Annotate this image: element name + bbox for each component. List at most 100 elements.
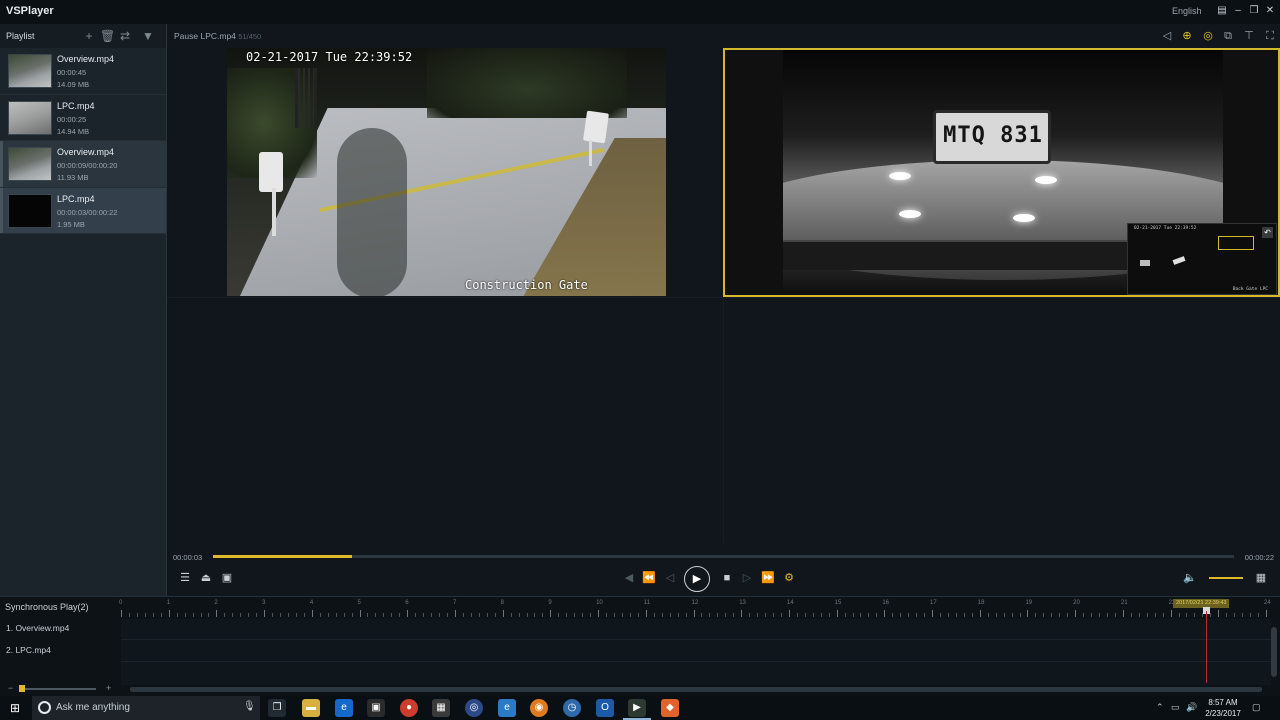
- ruler-tick: [1091, 613, 1093, 617]
- zoom-slider[interactable]: [22, 688, 96, 690]
- menu-icon[interactable]: ▤: [1215, 4, 1229, 18]
- system-clock[interactable]: 8:57 AM 2/23/2017: [1198, 697, 1248, 719]
- prev-frame-icon[interactable]: ◀: [621, 570, 637, 586]
- speaker-icon[interactable]: 🔊: [1186, 702, 1197, 713]
- ruler-tick: [192, 613, 194, 617]
- vertical-scrollbar[interactable]: [1271, 627, 1277, 677]
- ruler-tick: [669, 613, 671, 617]
- zoom-overview-window[interactable]: 02-21-2017 Tue 22:39:52 Back Gate LPC ↶: [1127, 223, 1277, 295]
- sync-lanes[interactable]: [121, 619, 1271, 685]
- notifications-icon[interactable]: ▢: [1252, 702, 1261, 713]
- ruler-tick-label: 7: [452, 600, 457, 606]
- playlist-item[interactable]: Overview.mp4 00:00:45 14.09 MB: [0, 48, 166, 95]
- return-icon[interactable]: ↶: [1262, 227, 1273, 238]
- osd-camera-name: Construction Gate: [465, 278, 588, 292]
- filter-icon[interactable]: ▼: [141, 29, 155, 43]
- sync-row[interactable]: 1. Overview.mp4: [0, 617, 121, 639]
- ruler-tick: [280, 613, 282, 617]
- volume-slider[interactable]: [1209, 577, 1243, 579]
- ruler-tick: [1210, 613, 1212, 617]
- ruler-tick: [693, 610, 695, 617]
- snapshot-icon[interactable]: ◎: [1201, 29, 1215, 43]
- list-icon[interactable]: ☰: [177, 570, 193, 586]
- microphone-icon[interactable]: 🎙: [243, 701, 256, 712]
- zoom-out-icon[interactable]: −: [8, 683, 13, 693]
- add-icon[interactable]: +: [82, 29, 96, 43]
- ruler-tick-label: 17: [930, 600, 937, 606]
- ruler-tick-label: 9: [548, 600, 552, 606]
- delete-icon[interactable]: 🗑: [100, 29, 115, 43]
- chrome-icon[interactable]: ●: [400, 699, 418, 717]
- pin-icon[interactable]: ⊤: [1242, 29, 1256, 43]
- calculator-icon[interactable]: ▦: [432, 699, 450, 717]
- taskbar-search[interactable]: Ask me anything 🎙: [32, 696, 260, 720]
- restore-icon[interactable]: ❐: [1247, 4, 1261, 18]
- playlist-title: Playlist: [6, 31, 35, 41]
- ruler-tick: [343, 613, 345, 617]
- item-duration: 00:00:09/00:00:20: [57, 161, 118, 170]
- playing-indicator: [0, 187, 3, 233]
- ruler-tick: [272, 613, 274, 617]
- file-explorer-icon[interactable]: ▬: [302, 699, 320, 717]
- windows-start-icon[interactable]: ⊞: [10, 701, 24, 715]
- play-button[interactable]: ▶: [684, 566, 710, 592]
- store-icon[interactable]: ▣: [367, 699, 385, 717]
- fullscreen-icon[interactable]: ⛶: [1263, 29, 1277, 43]
- fast-forward-icon[interactable]: ⏩: [760, 570, 776, 586]
- playlist-item[interactable]: LPC.mp4 00:00:03/00:00:22 1.95 MB: [0, 187, 166, 234]
- zoom-region-box[interactable]: [1218, 236, 1254, 250]
- network-icon[interactable]: ▭: [1171, 702, 1180, 713]
- clock-app-icon[interactable]: ◷: [563, 699, 581, 717]
- playlist-item[interactable]: Overview.mp4 00:00:09/00:00:20 11.93 MB: [0, 141, 166, 188]
- license-plate: MTQ 831: [933, 110, 1051, 164]
- video-toolbar: Pause LPC.mp4 51/450 ◁ ⊕ ◎ ⧉ ⊤ ⛶: [167, 24, 1280, 48]
- tray-chevron-icon[interactable]: ⌃: [1156, 702, 1164, 713]
- ruler-tick: [1035, 613, 1037, 617]
- item-duration: 00:00:45: [57, 68, 87, 77]
- zoom-slider-knob[interactable]: [19, 685, 25, 692]
- zoom-icon[interactable]: ⊕: [1180, 29, 1194, 43]
- ruler-tick-label: 16: [882, 600, 890, 606]
- volume-icon[interactable]: 🔈: [1182, 570, 1198, 586]
- minimize-icon[interactable]: –: [1231, 4, 1245, 18]
- snapshot-icon[interactable]: ▣: [219, 570, 235, 586]
- outlook-icon[interactable]: O: [596, 699, 614, 717]
- ruler-tick: [645, 610, 647, 617]
- copy-icon[interactable]: ⧉: [1221, 29, 1235, 43]
- task-view-icon[interactable]: ❐: [268, 699, 286, 717]
- ruler-tick: [470, 613, 472, 617]
- close-icon[interactable]: ✕: [1263, 4, 1277, 18]
- progress-bar[interactable]: [213, 555, 1234, 558]
- horizontal-scrollbar[interactable]: [130, 687, 1262, 692]
- loop-icon[interactable]: ⇄: [118, 29, 132, 43]
- ruler-tick-label: 8: [500, 600, 504, 606]
- stop-icon[interactable]: ■: [719, 570, 735, 586]
- firefox-icon[interactable]: ◉: [530, 699, 548, 717]
- app-icon[interactable]: ◎: [465, 699, 483, 717]
- app-orange-icon[interactable]: ◆: [661, 699, 679, 717]
- internet-explorer-icon[interactable]: e: [498, 699, 516, 717]
- sync-row[interactable]: 2. LPC.mp4: [0, 639, 121, 661]
- vsplayer-taskbar-icon[interactable]: ▶: [628, 699, 646, 717]
- title-bar: VSPlayer English ▤ – ❐ ✕: [0, 0, 1280, 24]
- time-ruler[interactable]: 0123456789101112131415161718192021222324: [119, 597, 1271, 619]
- rewind-icon[interactable]: ⏪: [641, 570, 657, 586]
- step-back-icon[interactable]: ◁: [662, 570, 678, 586]
- step-forward-icon[interactable]: ▷: [739, 570, 755, 586]
- eject-icon[interactable]: ⏏: [198, 570, 214, 586]
- ruler-tick: [168, 610, 170, 617]
- playlist-item[interactable]: LPC.mp4 00:00:25 14.94 MB: [0, 95, 166, 141]
- grid-layout-icon[interactable]: ▦: [1253, 570, 1269, 586]
- audio-icon[interactable]: ◁: [1160, 29, 1174, 43]
- ruler-tick: [550, 610, 552, 617]
- video-pane-overview[interactable]: 02-21-2017 Tue 22:39:52 Construction Gat…: [227, 48, 666, 296]
- clock-date: 2/23/2017: [1205, 709, 1241, 718]
- ruler-tick: [566, 613, 568, 617]
- edge-icon[interactable]: e: [335, 699, 353, 717]
- lane-divider: [121, 639, 1271, 640]
- ruler-tick: [606, 613, 608, 617]
- zoom-in-icon[interactable]: +: [106, 683, 111, 693]
- ruler-tick: [1186, 613, 1188, 617]
- settings-icon[interactable]: ⚙: [781, 570, 797, 586]
- language-selector[interactable]: English: [1172, 6, 1202, 16]
